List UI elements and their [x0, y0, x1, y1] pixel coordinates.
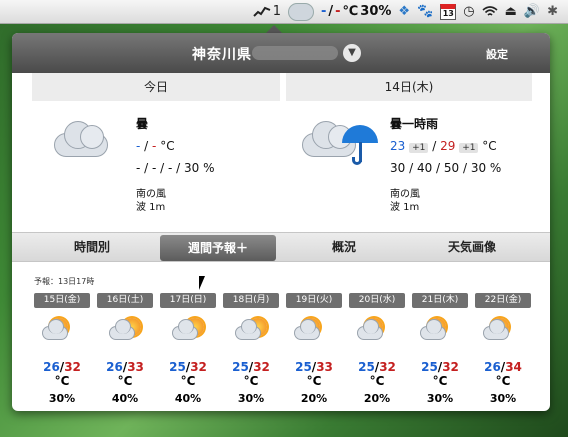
tomorrow-temp-unit: °C [482, 139, 497, 153]
day-temp: 25/32 °C [169, 360, 207, 388]
tomorrow-pop: 30 / 40 / 50 / 30 % [390, 161, 502, 175]
today-temp-high: - [152, 139, 157, 153]
today-pop: - / - / - / 30 % [136, 161, 215, 175]
day-temp: 25/32 °C [232, 360, 270, 388]
day-temp: 26/33 °C [106, 360, 144, 388]
weather-menu-temp[interactable]: - / - ℃ 30% [321, 2, 391, 22]
sunny-then-cloudy-icon [475, 308, 531, 350]
tab-weekly[interactable]: 週間予報＋ [160, 235, 276, 261]
eject-icon[interactable]: ⏏ [505, 2, 517, 22]
today-temp: - / - °C [136, 139, 175, 153]
day-label: 19日(火) [286, 293, 342, 308]
day-label: 16日(土) [97, 293, 153, 308]
tab-hourly[interactable]: 時間別 [32, 233, 152, 261]
tomorrow-temp-high-diff: +1 [459, 143, 479, 153]
tab-overview[interactable]: 概況 [284, 233, 404, 261]
day-temp: 26/34 °C [484, 360, 522, 388]
activity-monitor-icon[interactable]: 1 [252, 2, 281, 22]
day-label: 22日(金) [475, 293, 531, 308]
activity-count: 1 [272, 4, 281, 19]
menu-temp-high: - [335, 4, 341, 19]
tomorrow-temp: 23 +1 / 29 +1 °C [390, 139, 497, 153]
day-label: 21日(木) [412, 293, 468, 308]
today-header: 今日 [32, 73, 280, 101]
tab-weather-images[interactable]: 天気画像 [412, 233, 532, 261]
day-column: 21日(木) 25/32 °C 30% [412, 293, 468, 405]
cloudy-rain-icon [298, 119, 378, 165]
volume-icon[interactable]: 🔊 [524, 2, 540, 22]
tomorrow-temp-high: 29 [440, 139, 456, 153]
sunny-then-cloudy-icon [349, 308, 405, 350]
cloudy-then-sunny-icon [97, 308, 153, 350]
today-wave: 波 1m [136, 202, 166, 213]
weather-menu-cloud-icon[interactable] [287, 2, 314, 22]
day-temp: 25/32 °C [421, 360, 459, 388]
day-pop: 30% [489, 392, 517, 405]
location-detail-blurred [252, 46, 338, 60]
day-temp: 26/32 °C [43, 360, 81, 388]
day-pop: 20% [300, 392, 328, 405]
today-condition: 曇 [136, 117, 149, 131]
day-label: 20日(水) [349, 293, 405, 308]
day-column: 18日(月) 25/32 °C 30% [223, 293, 279, 405]
sunny-then-cloudy-icon [412, 308, 468, 350]
menu-pop: 30% [360, 4, 392, 19]
day-label: 17日(日) [160, 293, 216, 308]
menu-temp-low: - [320, 4, 327, 19]
day-column: 20日(水) 25/32 °C 20% [349, 293, 405, 405]
day-label: 15日(金) [34, 293, 90, 308]
day-pop: 40% [174, 392, 202, 405]
cloudy-icon [50, 119, 110, 159]
menu-temp-sep: / [328, 4, 334, 19]
weekly-forecast: 15日(金) 26/32 °C 30% 16日(土) 26/33 °C 40% … [34, 293, 531, 405]
day-column: 19日(火) 25/33 °C 20% [286, 293, 342, 405]
day-pop: 30% [237, 392, 265, 405]
menu-temp-unit: ℃ [342, 4, 359, 19]
wifi-icon[interactable] [482, 2, 498, 22]
day-label: 18日(月) [223, 293, 279, 308]
cloudy-then-sunny-icon [223, 308, 279, 350]
tab-bar: 時間別 週間予報＋ 概況 天気画像 [12, 232, 550, 262]
weather-popover: 神奈川県 ▼ 設定 今日 曇 - / - °C - / - / - / 30 %… [12, 33, 550, 411]
day-column: 15日(金) 26/32 °C 30% [34, 293, 90, 405]
dropbox-icon[interactable]: ❖ [398, 2, 410, 22]
day-pop: 40% [111, 392, 139, 405]
bluetooth-icon[interactable]: ✱ [547, 2, 558, 22]
tomorrow-condition: 曇一時雨 [390, 117, 439, 131]
tomorrow-temp-low: 23 [390, 139, 406, 153]
day-pop: 30% [426, 392, 454, 405]
tomorrow-forecast: 14日(木) 曇一時雨 23 +1 / 29 +1 °C 30 / 40 / 5… [286, 73, 532, 229]
today-temp-low: - [136, 139, 141, 153]
tomorrow-header: 14日(木) [286, 73, 532, 101]
location-title: 神奈川県 [192, 47, 252, 63]
sunny-then-cloudy-icon [286, 308, 342, 350]
mouse-cursor-icon [199, 276, 205, 290]
today-forecast: 今日 曇 - / - °C - / - / - / 30 % 南の風 波 1m [32, 73, 280, 229]
today-temp-unit: °C [160, 139, 175, 153]
forecast-issued-time: 予報：13日17時 [34, 277, 95, 286]
day-column: 17日(日) 25/32 °C 40% [160, 293, 216, 405]
menu-bar: 1 - / - ℃ 30% ❖ 🐾 13 ◷ ⏏ 🔊 ✱ [0, 0, 568, 24]
sunny-then-cloudy-icon [34, 308, 90, 350]
settings-button[interactable]: 設定 [486, 46, 508, 62]
day-pop: 20% [363, 392, 391, 405]
cloudy-then-sunny-icon [160, 308, 216, 350]
time-machine-icon[interactable]: ◷ [463, 2, 474, 22]
paw-icon[interactable]: 🐾 [417, 2, 433, 22]
popover-header: 神奈川県 ▼ 設定 [12, 33, 550, 73]
day-temp: 25/33 °C [295, 360, 333, 388]
tomorrow-wave: 波 1m [390, 202, 420, 213]
tomorrow-temp-low-diff: +1 [409, 143, 429, 153]
umbrella-icon [342, 125, 378, 167]
day-pop: 30% [48, 392, 76, 405]
day-temp: 25/32 °C [358, 360, 396, 388]
calendar-icon[interactable]: 13 [440, 2, 457, 22]
day-column: 16日(土) 26/33 °C 40% [97, 293, 153, 405]
day-column: 22日(金) 26/34 °C 30% [475, 293, 531, 405]
location-dropdown-icon[interactable]: ▼ [343, 44, 361, 62]
